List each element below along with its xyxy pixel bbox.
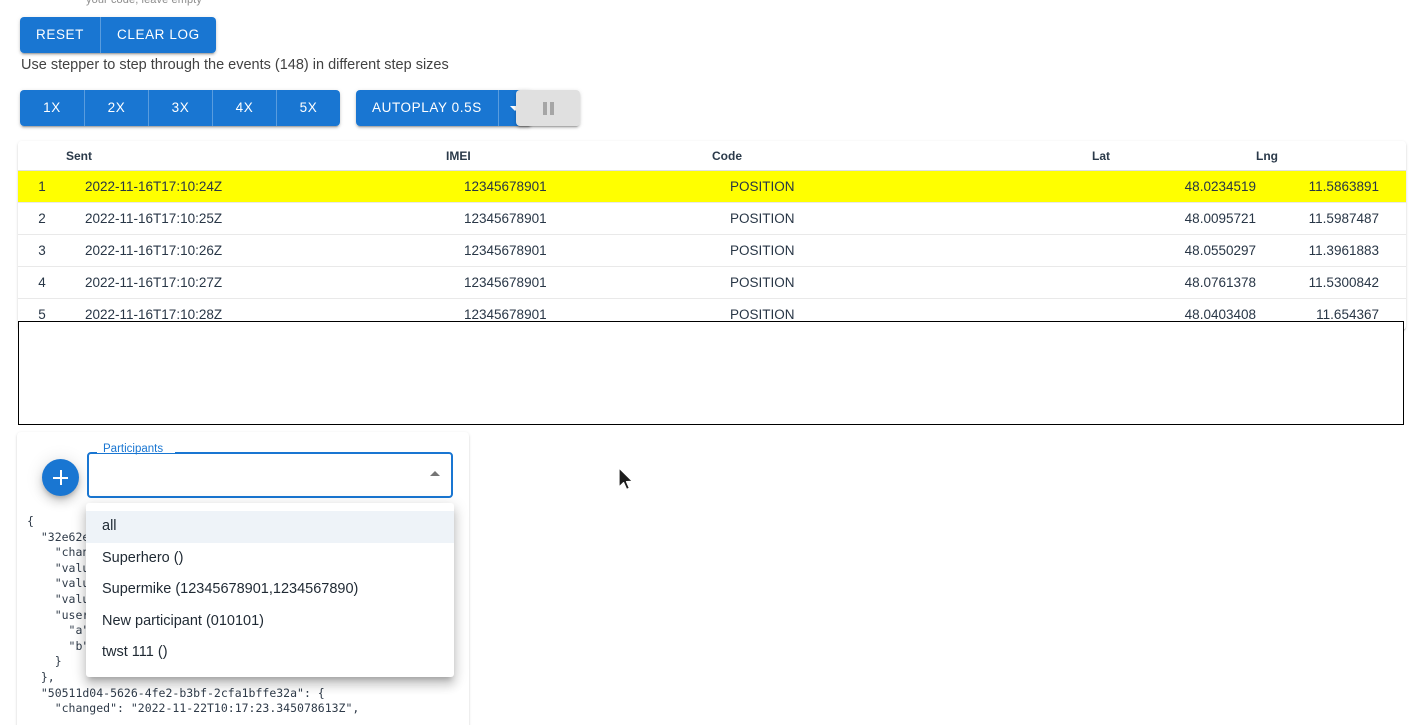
- cell-sent: 2022-11-16T17:10:26Z: [66, 234, 446, 267]
- dropdown-option-twst111[interactable]: twst 111 (): [86, 637, 454, 669]
- cell-lat: 48.0550297: [1092, 234, 1256, 267]
- pause-icon: [542, 101, 554, 115]
- cell-code: POSITION: [712, 170, 1092, 203]
- pause-button[interactable]: [516, 90, 580, 126]
- col-header-sent: Sent: [66, 141, 446, 171]
- cell-sent: 2022-11-16T17:10:27Z: [66, 266, 446, 299]
- reset-button[interactable]: RESET: [20, 17, 101, 53]
- participants-select[interactable]: Participants: [87, 443, 453, 498]
- col-header-code: Code: [712, 141, 1092, 171]
- cell-imei: 12345678901: [446, 234, 712, 267]
- dropdown-option-superhero[interactable]: Superhero (): [86, 543, 454, 575]
- cell-lat: 48.0095721: [1092, 202, 1256, 235]
- cell-lng: 11.3961883: [1256, 234, 1406, 267]
- table-row[interactable]: 2 2022-11-16T17:10:25Z 12345678901 POSIT…: [18, 202, 1406, 235]
- cell-code: POSITION: [712, 234, 1092, 267]
- plus-icon: [53, 470, 68, 485]
- events-table-head: Sent IMEI Code Lat Lng: [18, 141, 1406, 171]
- table-row[interactable]: 1 2022-11-16T17:10:24Z 12345678901 POSIT…: [18, 170, 1406, 203]
- events-table-card: Sent IMEI Code Lat Lng 1 2022-11-16T17:1…: [18, 141, 1406, 330]
- clear-log-button[interactable]: CLEAR LOG: [100, 17, 216, 53]
- cell-imei: 12345678901: [446, 266, 712, 299]
- events-table: Sent IMEI Code Lat Lng 1 2022-11-16T17:1…: [18, 141, 1406, 330]
- col-header-imei: IMEI: [446, 141, 712, 171]
- app-root: your code, leave empty RESET CLEAR LOG U…: [0, 0, 1424, 725]
- events-table-body: 1 2022-11-16T17:10:24Z 12345678901 POSIT…: [18, 170, 1406, 331]
- cell-lat: 48.0761378: [1092, 266, 1256, 299]
- action-button-group: RESET CLEAR LOG: [20, 17, 216, 53]
- table-header-row: Sent IMEI Code Lat Lng: [18, 141, 1406, 171]
- step-5x-button[interactable]: 5X: [276, 90, 340, 126]
- step-3x-button[interactable]: 3X: [148, 90, 212, 126]
- col-header-lat: Lat: [1092, 141, 1256, 171]
- step-4x-button[interactable]: 4X: [212, 90, 276, 126]
- cell-lng: 11.5863891: [1256, 170, 1406, 203]
- cell-imei: 12345678901: [446, 170, 712, 203]
- cell-imei: 12345678901: [446, 202, 712, 235]
- code-hint-text: your code, leave empty: [86, 0, 202, 6]
- cell-sent: 2022-11-16T17:10:24Z: [66, 170, 446, 203]
- step-1x-button[interactable]: 1X: [20, 90, 84, 126]
- dropdown-option-all[interactable]: all: [86, 511, 454, 543]
- cell-index: 2: [18, 202, 66, 235]
- stepper-caption: Use stepper to step through the events (…: [21, 57, 449, 73]
- mouse-cursor: [618, 467, 634, 490]
- step-size-button-group: 1X 2X 3X 4X 5X: [20, 90, 340, 126]
- add-participant-button[interactable]: [42, 459, 79, 496]
- step-2x-button[interactable]: 2X: [84, 90, 148, 126]
- cell-lng: 11.5987487: [1256, 202, 1406, 235]
- dropdown-option-supermike[interactable]: Supermike (12345678901,1234567890): [86, 574, 454, 606]
- participants-select-label: Participants: [103, 443, 164, 455]
- chevron-up-icon[interactable]: [430, 471, 440, 476]
- col-header-lng: Lng: [1256, 141, 1406, 171]
- table-row[interactable]: 4 2022-11-16T17:10:27Z 12345678901 POSIT…: [18, 266, 1406, 299]
- col-header-index: [18, 141, 66, 171]
- cell-sent: 2022-11-16T17:10:25Z: [66, 202, 446, 235]
- pause-button-group: [516, 90, 580, 126]
- autoplay-button[interactable]: AUTOPLAY 0.5S: [356, 90, 498, 126]
- dropdown-option-new-participant[interactable]: New participant (010101): [86, 606, 454, 638]
- participants-dropdown-panel: all Superhero () Supermike (12345678901,…: [86, 503, 454, 677]
- map-output-panel: [18, 321, 1404, 425]
- cell-index: 3: [18, 234, 66, 267]
- cell-index: 1: [18, 170, 66, 203]
- cell-lat: 48.0234519: [1092, 170, 1256, 203]
- cell-code: POSITION: [712, 266, 1092, 299]
- autoplay-button-group: AUTOPLAY 0.5S: [356, 90, 532, 126]
- select-outline: [87, 452, 453, 498]
- cell-index: 4: [18, 266, 66, 299]
- cell-code: POSITION: [712, 202, 1092, 235]
- table-row[interactable]: 3 2022-11-16T17:10:26Z 12345678901 POSIT…: [18, 234, 1406, 267]
- cell-lng: 11.5300842: [1256, 266, 1406, 299]
